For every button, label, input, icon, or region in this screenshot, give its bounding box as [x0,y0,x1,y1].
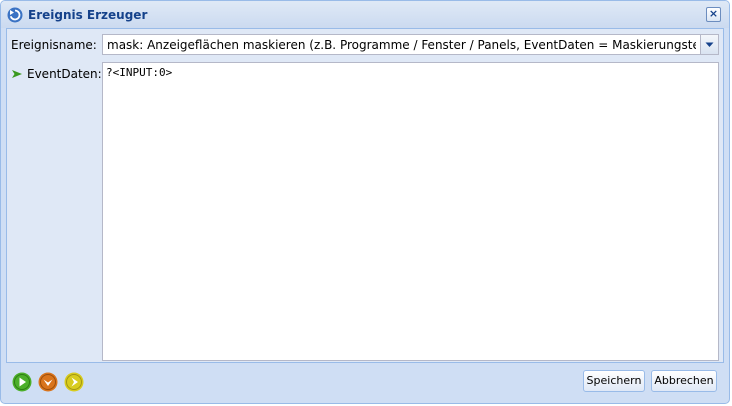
event-name-value: mask: Anzeigeflächen maskieren (z.B. Pro… [107,38,696,52]
play-arrow-icon [12,70,22,78]
event-data-textarea[interactable]: ?<INPUT:0> [102,62,719,361]
next-yellow-icon[interactable] [64,372,84,392]
form-panel: Ereignisname: mask: Anzeigeflächen maski… [6,28,724,363]
event-data-label: EventDaten: [27,67,102,81]
close-button[interactable]: × [706,7,721,22]
event-name-label: Ereignisname: [11,38,97,52]
combo-dropdown-trigger[interactable] [700,35,718,54]
close-icon: × [708,7,719,20]
down-orange-icon[interactable] [38,372,58,392]
cancel-button[interactable]: Abbrechen [651,370,717,392]
chevron-down-icon [705,42,714,47]
window-title: Ereignis Erzeuger [28,8,148,22]
event-name-combobox[interactable]: mask: Anzeigeflächen maskieren (z.B. Pro… [102,34,719,55]
save-button[interactable]: Speichern [583,370,645,392]
titlebar[interactable]: Ereignis Erzeuger × [1,1,729,28]
refresh-icon [7,7,23,23]
event-generator-window: Ereignis Erzeuger × Ereignisname: mask: … [0,0,730,404]
event-data-value: ?<INPUT:0> [106,66,173,79]
play-green-icon[interactable] [12,372,32,392]
